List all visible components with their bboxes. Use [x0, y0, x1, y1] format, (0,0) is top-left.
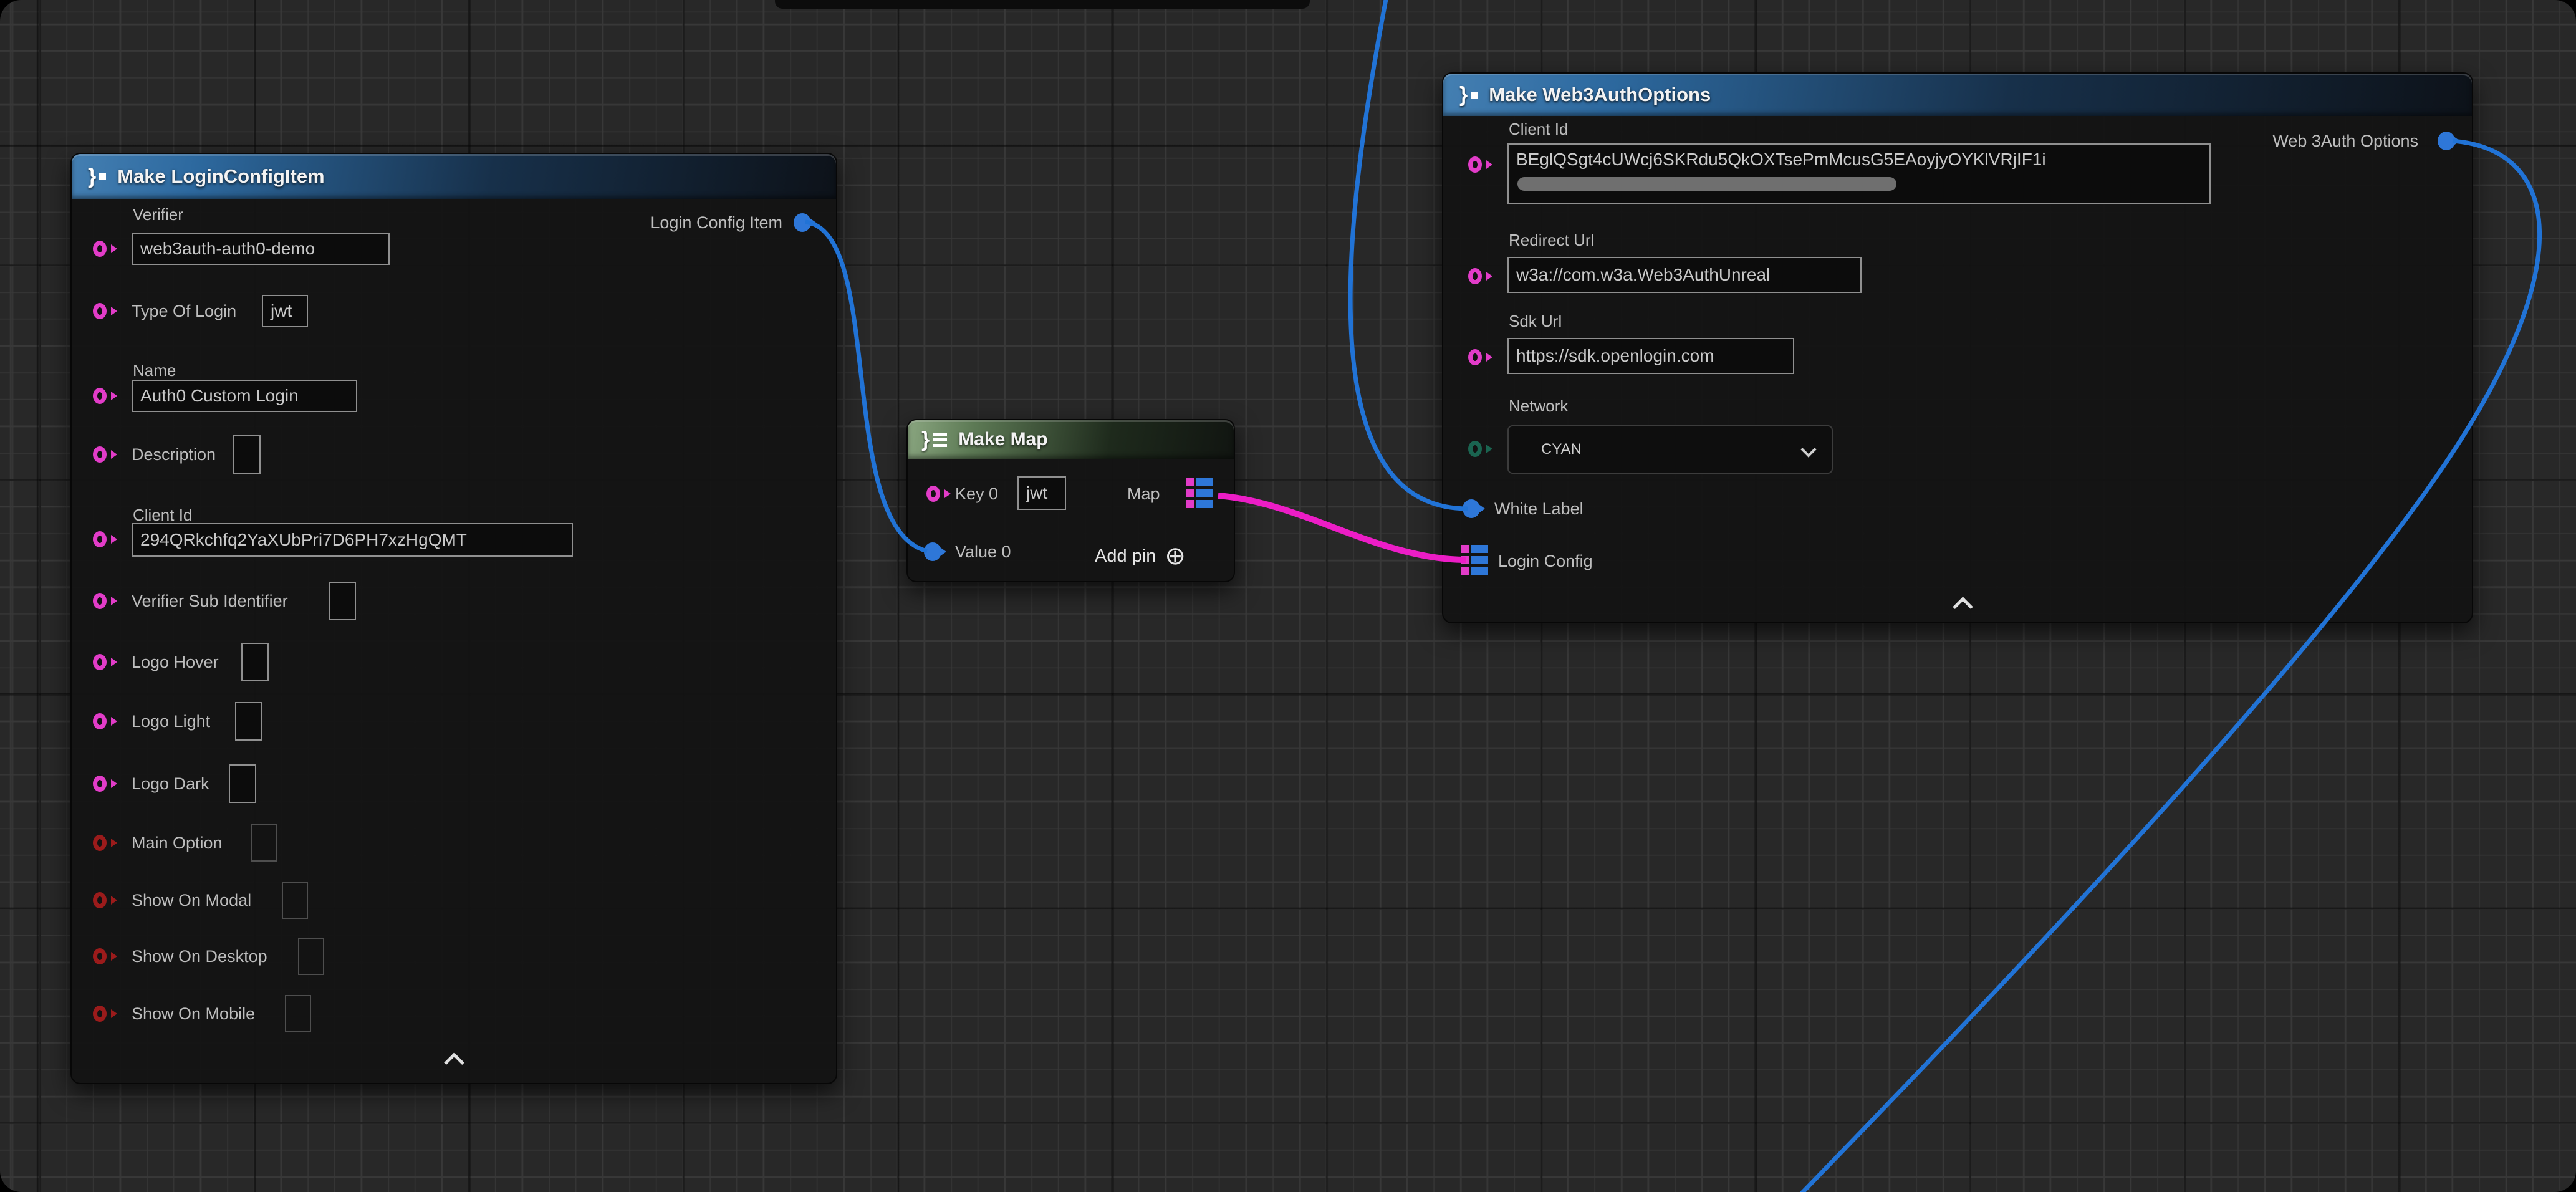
- node-header[interactable]: } Make Map: [908, 420, 1234, 459]
- input-pin-show-on-desktop[interactable]: [93, 948, 107, 964]
- sdk-url-field[interactable]: https://sdk.openlogin.com: [1507, 338, 1794, 374]
- output-label: Login Config Item: [650, 213, 782, 233]
- input-pin-logo-dark[interactable]: [93, 776, 107, 792]
- input-pin-main-option[interactable]: [93, 835, 107, 851]
- node-make-web3authoptions[interactable]: } Make Web3AuthOptions Web 3Auth Options…: [1442, 72, 2473, 623]
- wire-map-to-loginconfig[interactable]: [1218, 496, 1466, 560]
- output-pin-login-config-item[interactable]: [794, 213, 811, 232]
- input-label: White Label: [1494, 499, 1584, 519]
- key-0-field[interactable]: jwt: [1017, 476, 1066, 510]
- output-label: Web 3Auth Options: [2272, 132, 2418, 151]
- input-label: Value 0: [955, 542, 1011, 562]
- show-on-modal-checkbox[interactable]: [282, 882, 308, 919]
- input-pin-value-0[interactable]: [924, 542, 941, 561]
- input-label: Client Id: [1509, 120, 1568, 139]
- collapse-chevron-icon[interactable]: [1953, 597, 1973, 617]
- output-pin-web3auth-options[interactable]: [2438, 132, 2455, 150]
- field-scrollbar[interactable]: [1517, 177, 1896, 191]
- input-label: Show On Desktop: [132, 947, 267, 966]
- logo-hover-field[interactable]: [241, 643, 269, 681]
- client-id-field[interactable]: BEglQSgt4cUWcj6SKRdu5QkOXTsePmMcusG5EAoy…: [1507, 143, 2211, 204]
- input-pin-sdk-url[interactable]: [1468, 349, 1482, 365]
- input-pin-show-on-mobile[interactable]: [93, 1006, 107, 1022]
- client-id-field[interactable]: 294QRkchfq2YaXUbPri7D6PH7xzHgQMT: [132, 523, 573, 557]
- input-label: Client Id: [133, 506, 192, 525]
- input-pin-client-id[interactable]: [93, 531, 107, 547]
- network-selected-value: CYAN: [1541, 441, 1582, 458]
- type-of-login-field[interactable]: jwt: [262, 295, 308, 327]
- input-label: Login Config: [1498, 552, 1593, 571]
- collapse-chevron-icon[interactable]: [444, 1052, 464, 1073]
- input-label: Show On Mobile: [132, 1004, 255, 1024]
- blueprint-canvas[interactable]: } Make LoginConfigItem Login Config Item…: [0, 0, 2576, 1192]
- input-label: Type Of Login: [132, 302, 236, 321]
- input-pin-logo-light[interactable]: [93, 713, 107, 729]
- redirect-url-field[interactable]: w3a://com.w3a.Web3AuthUnreal: [1507, 257, 1862, 293]
- node-header[interactable]: } Make Web3AuthOptions: [1443, 74, 2472, 116]
- input-pin-type-of-login[interactable]: [93, 303, 107, 319]
- input-label: Verifier: [133, 205, 183, 224]
- input-label: Redirect Url: [1509, 231, 1594, 250]
- output-label: Map: [1127, 484, 1160, 504]
- add-pin-plus-icon: ⊕: [1165, 544, 1186, 569]
- input-pin-network[interactable]: [1468, 441, 1482, 457]
- make-struct-icon: }: [88, 165, 106, 189]
- name-field[interactable]: Auth0 Custom Login: [132, 380, 357, 412]
- show-on-desktop-checkbox[interactable]: [298, 938, 324, 975]
- output-pin-map[interactable]: [1186, 478, 1213, 508]
- input-label: Description: [132, 445, 216, 464]
- input-label: Key 0: [955, 484, 998, 504]
- verifier-field[interactable]: web3auth-auth0-demo: [132, 233, 390, 265]
- input-pin-login-config[interactable]: [1461, 545, 1488, 575]
- show-on-mobile-checkbox[interactable]: [285, 995, 311, 1032]
- description-field[interactable]: [233, 435, 261, 474]
- make-struct-icon: }: [1459, 83, 1478, 107]
- chevron-down-icon: [1800, 441, 1816, 457]
- input-label: Sdk Url: [1509, 312, 1562, 331]
- input-label: Main Option: [132, 834, 223, 853]
- network-dropdown[interactable]: CYAN: [1507, 425, 1833, 474]
- input-pin-show-on-modal[interactable]: [93, 892, 107, 908]
- node-make-loginconfigitem[interactable]: } Make LoginConfigItem Login Config Item…: [70, 153, 837, 1084]
- input-pin-client-id[interactable]: [1468, 156, 1482, 173]
- input-pin-key-0[interactable]: [926, 486, 940, 502]
- node-title: Make Map: [958, 429, 1047, 450]
- add-pin-label: Add pin: [1095, 546, 1156, 567]
- node-title: Make LoginConfigItem: [117, 165, 324, 188]
- logo-dark-field[interactable]: [229, 764, 256, 803]
- node-title: Make Web3AuthOptions: [1489, 84, 1711, 106]
- input-pin-description[interactable]: [93, 446, 107, 463]
- node-header[interactable]: } Make LoginConfigItem: [72, 154, 836, 199]
- input-label: Name: [133, 361, 176, 380]
- verifier-sub-identifier-field[interactable]: [329, 582, 356, 620]
- offscreen-node-stub: [775, 0, 1310, 9]
- input-label: Logo Light: [132, 712, 210, 731]
- input-pin-redirect-url[interactable]: [1468, 268, 1482, 284]
- input-label: Show On Modal: [132, 891, 251, 910]
- input-label: Logo Hover: [132, 653, 219, 672]
- make-container-icon: }: [921, 428, 947, 452]
- logo-light-field[interactable]: [235, 702, 262, 741]
- input-pin-white-label[interactable]: [1463, 499, 1480, 518]
- node-make-map[interactable]: } Make Map Key 0 jwt Map Value 0 Add pin…: [906, 419, 1235, 582]
- input-label: Verifier Sub Identifier: [132, 592, 288, 611]
- input-pin-logo-hover[interactable]: [93, 654, 107, 670]
- add-pin-button[interactable]: Add pin ⊕: [1095, 541, 1186, 571]
- input-pin-name[interactable]: [93, 388, 107, 404]
- input-label: Network: [1509, 397, 1568, 416]
- input-label: Logo Dark: [132, 774, 209, 794]
- input-pin-verifier-sub-identifier[interactable]: [93, 593, 107, 609]
- main-option-checkbox[interactable]: [251, 824, 277, 862]
- input-pin-verifier[interactable]: [93, 241, 107, 257]
